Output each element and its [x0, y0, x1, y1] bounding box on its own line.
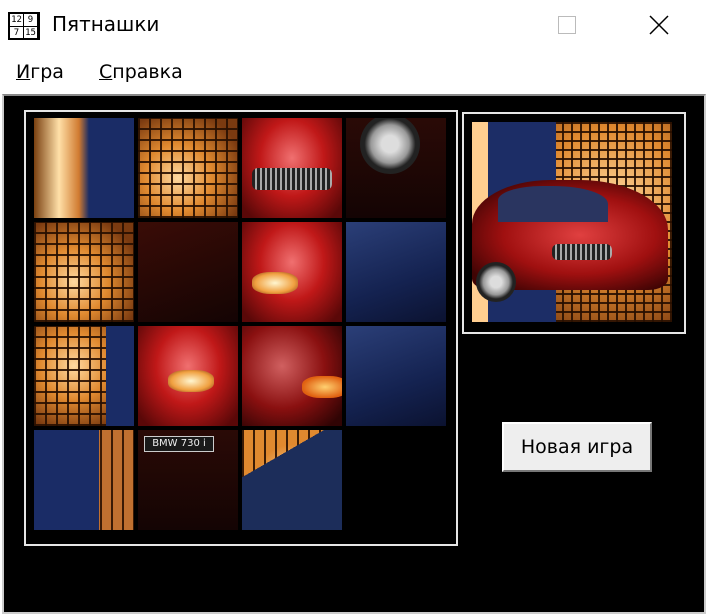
menu-label: гра: [30, 61, 64, 83]
wheel: [476, 262, 516, 302]
wheel: [360, 118, 420, 174]
puzzle-tile[interactable]: [138, 118, 238, 218]
icon-digit: 12: [10, 14, 24, 27]
window-title: Пятнашки: [52, 12, 160, 36]
puzzle-board: BMW 730 i: [24, 110, 458, 546]
preview-frame: [462, 112, 686, 334]
car-grille: [552, 244, 612, 260]
preview-image: [472, 122, 672, 322]
maximize-icon: [558, 16, 576, 34]
menu-label: правка: [112, 61, 183, 83]
app-icon: 12 9 7 15: [8, 12, 40, 40]
puzzle-tile[interactable]: BMW 730 i: [138, 430, 238, 530]
license-plate: BMW 730 i: [144, 436, 214, 452]
puzzle-tile[interactable]: [242, 326, 342, 426]
puzzle-tile[interactable]: [242, 430, 342, 530]
empty-cell: [346, 430, 446, 530]
menu-mnemonic: И: [16, 61, 31, 83]
puzzle-tile[interactable]: [346, 118, 446, 218]
new-game-button[interactable]: Новая игра: [502, 422, 652, 472]
puzzle-tile[interactable]: [34, 326, 134, 426]
puzzle-tile[interactable]: [138, 326, 238, 426]
puzzle-tile[interactable]: [242, 222, 342, 322]
puzzle-tile[interactable]: [242, 118, 342, 218]
game-area: BMW 730 i Новая игра: [2, 94, 706, 614]
headlight: [168, 370, 214, 392]
icon-digit: 9: [24, 14, 38, 27]
icon-digit: 7: [10, 27, 24, 38]
maximize-button: [544, 0, 590, 50]
menu-game[interactable]: Игра: [16, 61, 64, 83]
puzzle-tile[interactable]: [346, 326, 446, 426]
menu-bar: Игра Справка: [0, 50, 708, 92]
car-window: [498, 186, 608, 222]
icon-digit: 15: [24, 27, 38, 38]
headlight: [252, 272, 298, 294]
minimize-button: [446, 0, 492, 50]
puzzle-tile[interactable]: [34, 222, 134, 322]
puzzle-tile[interactable]: [34, 430, 134, 530]
puzzle-tile[interactable]: [346, 222, 446, 322]
turn-signal: [302, 376, 342, 398]
title-bar: 12 9 7 15 Пятнашки: [0, 0, 708, 50]
close-icon: [649, 15, 669, 35]
menu-mnemonic: С: [99, 61, 113, 83]
close-button[interactable]: [636, 0, 682, 50]
car-grille: [252, 168, 332, 190]
puzzle-tile[interactable]: [138, 222, 238, 322]
puzzle-tile[interactable]: [34, 118, 134, 218]
menu-help[interactable]: Справка: [99, 61, 183, 83]
